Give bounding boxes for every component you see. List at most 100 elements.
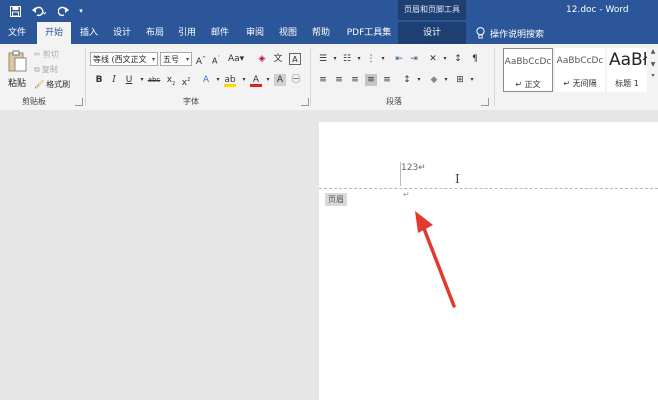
- paste-button[interactable]: 粘贴: [6, 48, 28, 92]
- chevron-down-icon[interactable]: ▾: [212, 74, 224, 86]
- enclose-characters-icon[interactable]: ㊀: [290, 74, 302, 86]
- chevron-down-icon: ▾: [151, 56, 155, 63]
- paragraph-launcher-icon[interactable]: [481, 98, 489, 106]
- header-boundary: [319, 188, 658, 189]
- chevron-down-icon[interactable]: ▾: [353, 53, 365, 65]
- chevron-down-icon[interactable]: ▾: [329, 53, 341, 65]
- copy-button[interactable]: ⧉ 复制: [34, 64, 58, 75]
- font-launcher-icon[interactable]: [301, 98, 309, 106]
- chevron-down-icon[interactable]: ▾: [238, 74, 250, 86]
- font-size-dropdown[interactable]: 五号 ▾: [160, 52, 192, 66]
- more-styles-icon[interactable]: ▾: [648, 72, 658, 79]
- tab-references[interactable]: 引用: [173, 22, 201, 44]
- chevron-down-icon[interactable]: ▾: [377, 53, 389, 65]
- chevron-up-icon[interactable]: ▲: [648, 48, 658, 55]
- style-sample: AaBł: [609, 50, 647, 70]
- chevron-down-icon[interactable]: ▾: [262, 74, 274, 86]
- increase-indent-icon[interactable]: ⇥: [408, 53, 420, 65]
- undo-icon[interactable]: [30, 3, 48, 19]
- strikethrough-icon[interactable]: abc: [147, 74, 161, 86]
- shading-icon[interactable]: ◆: [428, 74, 440, 86]
- chevron-down-icon[interactable]: ▾: [413, 74, 425, 86]
- decrease-indent-icon[interactable]: ⇤: [393, 53, 405, 65]
- superscript-icon[interactable]: x2: [180, 74, 192, 88]
- bullets-icon[interactable]: ☰: [317, 53, 329, 65]
- save-icon[interactable]: [8, 3, 22, 19]
- divider: [494, 48, 495, 106]
- ribbon: 粘贴 ✂ 剪切 ⧉ 复制 🖌 格式刷 剪贴板 等线 (西文正文 ▾ 五号 ▾ A…: [0, 44, 658, 111]
- tab-home[interactable]: 开始: [37, 22, 71, 44]
- borders-icon[interactable]: ⊞: [454, 74, 466, 86]
- tab-view[interactable]: 视图: [274, 22, 302, 44]
- cut-label: 剪切: [42, 50, 59, 59]
- style-no-spacing[interactable]: AaBbCcDc ↵ 无间隔: [555, 48, 605, 92]
- header-tag: 页眉: [325, 193, 347, 206]
- format-painter-button[interactable]: 🖌 格式刷: [34, 79, 70, 90]
- chevron-down-icon: ▾: [185, 56, 189, 63]
- copy-label: 复制: [41, 65, 58, 74]
- style-name: 标题 1: [615, 79, 639, 88]
- contextual-tools-title: 页眉和页脚工具: [398, 0, 466, 20]
- customize-toolbar-icon[interactable]: ▾: [76, 3, 86, 19]
- styles-scroll[interactable]: ▲ ▼ ▾: [648, 48, 658, 92]
- title-bar: ▾ 页眉和页脚工具 12.doc - Word: [0, 0, 658, 22]
- align-left-icon[interactable]: ≡: [317, 74, 329, 86]
- clear-formatting-icon[interactable]: ◈: [256, 53, 268, 65]
- character-shading-icon[interactable]: A: [274, 74, 286, 86]
- tab-design[interactable]: 设计: [108, 22, 136, 44]
- chinese-layout-icon[interactable]: ✕: [427, 53, 439, 65]
- cut-button[interactable]: ✂ 剪切: [34, 49, 59, 60]
- tab-help[interactable]: 帮助: [307, 22, 335, 44]
- justify-icon[interactable]: ≡: [365, 74, 377, 86]
- bold-icon[interactable]: B: [93, 74, 105, 86]
- tab-mailings[interactable]: 邮件: [206, 22, 234, 44]
- chevron-down-icon[interactable]: ▾: [439, 53, 451, 65]
- tab-insert[interactable]: 插入: [75, 22, 103, 44]
- clipboard-launcher-icon[interactable]: [75, 98, 83, 106]
- tell-me-search[interactable]: 操作说明搜索: [476, 22, 544, 44]
- font-name-value: 等线 (西文正文: [93, 55, 147, 64]
- tab-layout[interactable]: 布局: [141, 22, 169, 44]
- format-painter-label: 格式刷: [46, 80, 71, 89]
- underline-icon[interactable]: U: [123, 74, 135, 86]
- annotation-arrow: [415, 211, 456, 308]
- font-color-icon[interactable]: A: [250, 74, 262, 87]
- distributed-icon[interactable]: ≡: [381, 74, 393, 86]
- style-name: ↵ 正文: [515, 80, 541, 89]
- shrink-font-icon[interactable]: Aˇ: [210, 53, 222, 66]
- style-heading-1[interactable]: AaBł 标题 1: [607, 48, 647, 92]
- character-border-icon[interactable]: A: [289, 53, 301, 65]
- paste-label: 粘贴: [8, 79, 27, 89]
- align-center-icon[interactable]: ≡: [333, 74, 345, 86]
- tab-file[interactable]: 文件: [2, 22, 32, 44]
- tab-pdf-tools[interactable]: PDF工具集: [340, 22, 398, 44]
- italic-icon[interactable]: I: [108, 74, 120, 86]
- grow-font-icon[interactable]: A^: [195, 53, 207, 67]
- highlight-icon[interactable]: ab: [224, 74, 236, 87]
- document-page[interactable]: 123↵ I 页眉 ↵: [319, 122, 658, 400]
- show-formatting-marks-icon[interactable]: ¶: [469, 53, 481, 65]
- chevron-down-icon[interactable]: ▾: [466, 74, 478, 86]
- lightbulb-icon: [476, 27, 485, 39]
- redo-icon[interactable]: [56, 3, 70, 19]
- phonetic-guide-icon[interactable]: 文: [272, 53, 284, 65]
- tell-me-label: 操作说明搜索: [490, 29, 545, 40]
- tab-review[interactable]: 审阅: [241, 22, 269, 44]
- chevron-down-icon[interactable]: ▼: [648, 61, 658, 68]
- sort-icon[interactable]: ↕: [452, 53, 464, 65]
- tab-header-footer-design[interactable]: 设计: [398, 22, 466, 44]
- line-spacing-icon[interactable]: ↕: [401, 74, 413, 86]
- style-normal[interactable]: AaBbCcDc ↵ 正文: [503, 48, 553, 92]
- chevron-down-icon[interactable]: ▾: [440, 74, 452, 86]
- multilevel-list-icon[interactable]: ⋮: [365, 53, 377, 65]
- numbering-icon[interactable]: ☷: [341, 53, 353, 65]
- text-effects-icon[interactable]: A: [200, 74, 212, 86]
- style-sample: AaBbCcDc: [504, 57, 552, 67]
- change-case-icon[interactable]: Aa▾: [228, 53, 244, 65]
- align-right-icon[interactable]: ≡: [349, 74, 361, 86]
- subscript-icon[interactable]: x2: [165, 74, 177, 87]
- header-text[interactable]: 123↵: [401, 163, 426, 173]
- font-name-dropdown[interactable]: 等线 (西文正文 ▾: [90, 52, 158, 66]
- document-title: 12.doc - Word: [566, 5, 629, 15]
- clipboard-group-label: 剪贴板: [22, 97, 46, 106]
